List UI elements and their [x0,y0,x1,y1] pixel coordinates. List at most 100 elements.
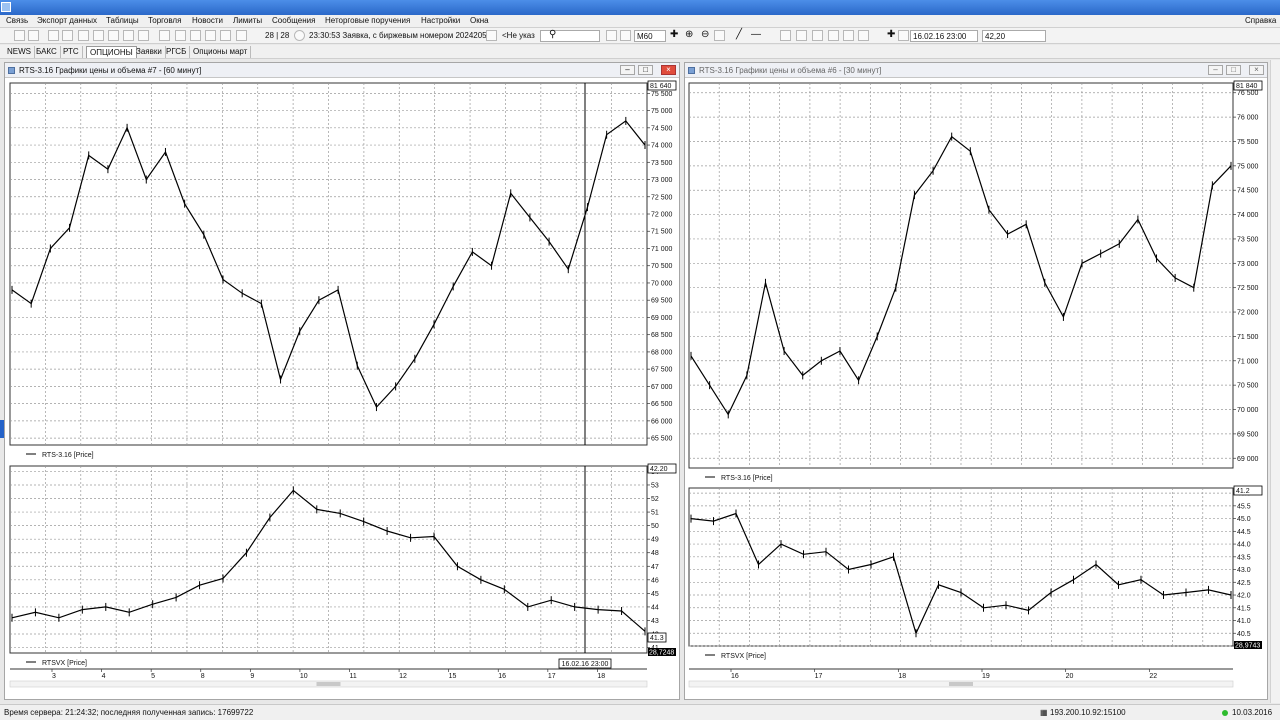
y-tick-label: 75 500 [1237,139,1259,146]
arrow-left-icon[interactable] [14,30,25,41]
menu-settings[interactable]: Настройки [421,16,460,25]
x-tick-label: 8 [201,673,205,680]
current-value-label: 42.20 [650,466,668,473]
tab-rts[interactable]: РТС [60,46,83,58]
print-icon[interactable] [78,30,89,41]
pencil-icon[interactable] [858,30,869,41]
y-tick-label: 49 [651,537,659,544]
chart-icon[interactable] [138,30,149,41]
clock-icon[interactable] [159,30,170,41]
y-tick-label: 74 500 [1237,188,1259,195]
crosshair-icon[interactable]: ✚ [670,29,678,40]
menu-windows[interactable]: Окна [470,16,489,25]
interval-select[interactable]: M60 [634,30,666,42]
x-tick-label: 5 [151,673,155,680]
pointer-icon[interactable] [205,30,216,41]
app-icon[interactable] [1,2,11,12]
settings-icon[interactable] [828,30,839,41]
y-tick-label: 45.5 [1237,503,1251,510]
x-tick-label: 17 [548,673,556,680]
menu-limits[interactable]: Лимиты [233,16,262,25]
clock-icon[interactable] [294,30,305,41]
y-tick-label: 76 500 [1237,90,1259,97]
settings-icon[interactable] [486,30,497,41]
y-tick-label: 52 [651,496,659,503]
chart-area[interactable]: 75 500 75 000 74 500 74 000 73 500 73 000 72 5… [5,63,681,699]
menu-news[interactable]: Новости [192,16,223,25]
legend-label: RTSVX [Price] [42,660,87,667]
menu-tables[interactable]: Таблицы [106,16,139,25]
chart-panel: 545352515049484746454443424142.2041.328,… [9,463,677,667]
x-tick-label: 18 [898,673,906,680]
menu-svyaz[interactable]: Связь [6,16,28,25]
tab-opciony[interactable]: ОПЦИОНЫ [86,46,137,58]
current-value-label: 41.2 [1236,488,1250,495]
chart-icon[interactable] [620,30,631,41]
current-value-label: 81 640 [650,83,672,90]
y-tick-label: 72 500 [651,194,673,201]
y-tick-label: 41.0 [1237,618,1251,625]
chart-window-30min[interactable]: RTS-3.16 Графики цены и объема #6 - [30 … [684,62,1268,700]
x-tick-label: 18 [597,673,605,680]
line-tool-icon[interactable]: — [751,29,761,40]
menu-messages[interactable]: Сообщения [272,16,315,25]
server-time: Время сервера: 21:24:32; последняя получ… [4,708,254,717]
y-tick-label: 76 000 [1237,115,1259,122]
zoom-out-icon[interactable]: ⊖ [701,29,709,40]
pencil-icon[interactable] [780,30,791,41]
tab-baks[interactable]: БАКС [33,46,61,58]
y-tick-label: 73 500 [651,160,673,167]
y-tick-label: 53 [651,482,659,489]
scrollbar-thumb [949,682,973,686]
chart-panel: 76 500 76 000 75 500 75 000 74 500 74 000 73 5… [688,80,1263,482]
table-icon[interactable] [123,30,134,41]
status-message[interactable]: 23:30:53 Заявка, с биржевым номером 2024… [309,31,487,40]
pointer-icon[interactable] [236,30,247,41]
x-tick-label: 16 [731,673,739,680]
hand-icon[interactable] [714,30,725,41]
pointer-icon[interactable] [220,30,231,41]
y-tick-label: 75 000 [1237,163,1259,170]
pointer-icon[interactable] [190,30,201,41]
tab-zayavki[interactable]: Заявки [133,46,166,58]
pencil-icon[interactable] [812,30,823,41]
arrow-right-icon[interactable] [28,30,39,41]
workspace: RTS-3.16 Графики цены и объема #7 - [60 … [0,60,1280,703]
y-tick-label: 73 500 [1237,236,1259,243]
menu-bar: Связь Экспорт данных Таблицы Торговля Но… [0,15,1280,28]
tab-rgsb[interactable]: РГСБ [163,46,191,58]
y-tick-label: 72 500 [1237,285,1259,292]
x-tick-label: 22 [1149,673,1157,680]
chart-icon[interactable] [606,30,617,41]
menu-non-trading[interactable]: Неторговые поручения [325,16,410,25]
y-tick-label: 74 000 [651,143,673,150]
y-tick-label: 40.5 [1237,631,1251,638]
search-icon[interactable]: ⚲ [549,29,556,40]
extra-value-label: 28,9743 [1235,643,1260,650]
chart-window-60min[interactable]: RTS-3.16 Графики цены и объема #7 - [60 … [4,62,680,700]
zoom-in-icon[interactable]: ⊕ [685,29,693,40]
table-icon[interactable] [62,30,73,41]
new-window-icon[interactable] [48,30,59,41]
menu-trading[interactable]: Торговля [148,16,181,25]
pencil-icon[interactable] [796,30,807,41]
y-tick-label: 69 000 [1237,456,1259,463]
chevron-down-icon[interactable] [898,30,909,41]
y-tick-label: 43.5 [1237,554,1251,561]
menu-export[interactable]: Экспорт данных [37,16,97,25]
line-tool-icon[interactable]: ╱ [736,29,742,40]
legend-label: RTSVX [Price] [721,653,766,660]
menu-help[interactable]: Справка [1245,16,1276,25]
chart-area[interactable]: 76 500 76 000 75 500 75 000 74 500 74 000 73 5… [685,63,1269,699]
chart-icon[interactable] [93,30,104,41]
crosshair-icon[interactable]: ✚ [887,29,895,40]
tab-opciony-mart[interactable]: Опционы март [190,46,252,58]
account-field[interactable]: <Не указ [502,31,535,40]
find-icon[interactable] [108,30,119,41]
x-tick-label: 16 [498,673,506,680]
vertical-scrollbar[interactable] [1270,60,1280,703]
settings-icon[interactable] [843,30,854,41]
y-tick-label: 50 [651,523,659,530]
text-tool-icon[interactable] [175,30,186,41]
tab-news[interactable]: NEWS [4,46,35,58]
